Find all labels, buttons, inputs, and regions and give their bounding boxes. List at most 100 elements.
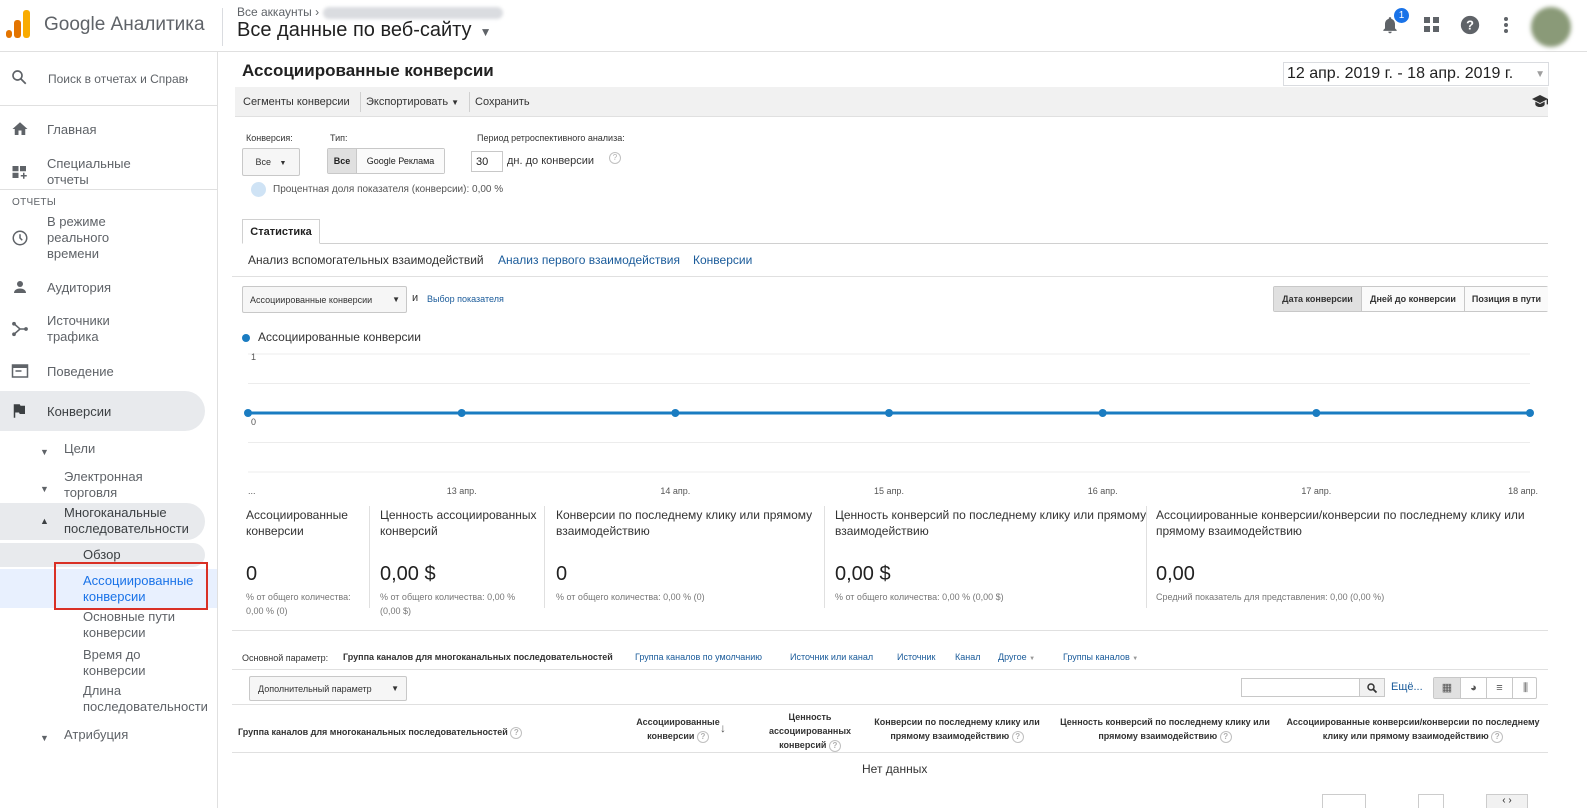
graduation-cap-icon[interactable] bbox=[1532, 95, 1548, 110]
pager-arrows[interactable]: ‹ › bbox=[1486, 794, 1528, 808]
caret-down-icon: ▼ bbox=[1535, 69, 1545, 80]
help-icon[interactable]: ? bbox=[1011, 730, 1024, 743]
conversion-segments-button[interactable]: Сегменты конверсии bbox=[243, 96, 350, 108]
sidebar-item-mcf-time-lag[interactable]: Время до конверсии bbox=[0, 647, 217, 681]
page-input[interactable] bbox=[1418, 794, 1444, 808]
lookback-input[interactable]: 30 bbox=[471, 151, 503, 172]
scorecard-last-click[interactable]: Конверсии по последнему клику или прямом… bbox=[550, 507, 820, 625]
view-selector[interactable]: Все данные по веб-сайту ▼ bbox=[237, 19, 491, 42]
bar-view-icon[interactable]: ≡ bbox=[1486, 678, 1512, 698]
avatar[interactable] bbox=[1531, 7, 1571, 47]
sidebar-search[interactable]: Поиск в отчетах и Справке bbox=[0, 52, 217, 106]
table-search-button[interactable] bbox=[1359, 678, 1385, 697]
sidebar-item-conversions[interactable]: Конверсии bbox=[0, 391, 205, 431]
percent-text: Процентная доля показателя (конверсии): … bbox=[273, 184, 504, 195]
primary-dim-medium[interactable]: Канал bbox=[955, 652, 980, 662]
sidebar-search-input[interactable]: Поиск в отчетах и Справке bbox=[48, 72, 188, 86]
scorecard-assisted-value[interactable]: Ценность ассоциированных конверсий 0,00 … bbox=[374, 507, 542, 625]
column-header-last-click[interactable]: Конверсии по последнему клику или прямом… bbox=[862, 715, 1052, 743]
x-mode-conversion-date[interactable]: Дата конверсии bbox=[1274, 287, 1361, 311]
conversion-select[interactable]: Все ▼ bbox=[242, 148, 300, 176]
primary-dim-channel-groups-dropdown[interactable]: Группы каналов ▼ bbox=[1063, 652, 1138, 662]
x-tick-label: 14 апр. bbox=[660, 486, 690, 496]
sidebar-item-acquisition[interactable]: Источники трафика bbox=[0, 313, 217, 347]
subtab-assisted-analysis[interactable]: Анализ вспомогательных взаимодействий bbox=[248, 253, 484, 267]
table-view-icon[interactable]: ▦ bbox=[1434, 678, 1460, 698]
metric-select[interactable]: Ассоциированные конверсии ▼ bbox=[242, 286, 407, 313]
page-title: Ассоциированные конверсии bbox=[242, 61, 494, 80]
sidebar-item-goals[interactable]: ▼ Цели bbox=[0, 441, 217, 459]
product-name[interactable]: Google Аналитика bbox=[44, 14, 205, 36]
sidebar-item-home[interactable]: Главная bbox=[0, 120, 217, 140]
sidebar-item-audience[interactable]: Аудитория bbox=[0, 278, 217, 300]
sidebar-item-mcf-path-length[interactable]: Длина последовательности bbox=[0, 683, 217, 717]
column-header-assisted[interactable]: Ассоциированные конверсии ? bbox=[630, 715, 726, 743]
help-icon[interactable]: ? bbox=[609, 152, 621, 164]
secondary-dimension-select[interactable]: Дополнительный параметр ▼ bbox=[249, 676, 407, 701]
x-mode-path-position[interactable]: Позиция в пути bbox=[1464, 287, 1548, 311]
sidebar-item-attribution[interactable]: ▼ Атрибуция bbox=[0, 727, 217, 745]
column-header-ratio[interactable]: Ассоциированные конверсии/конверсии по п… bbox=[1278, 715, 1548, 743]
help-icon[interactable]: ? bbox=[1219, 730, 1232, 743]
sidebar-item-custom-reports[interactable]: Специальные отчеты bbox=[0, 155, 217, 189]
help-icon[interactable]: ? bbox=[510, 726, 523, 739]
primary-dim-default-channel-group[interactable]: Группа каналов по умолчанию bbox=[635, 652, 762, 662]
more-vert-icon[interactable] bbox=[1493, 12, 1519, 38]
sidebar-item-realtime[interactable]: В режиме реального времени bbox=[0, 214, 217, 264]
breadcrumb-root[interactable]: Все аккаунты bbox=[237, 5, 312, 19]
bell-icon[interactable]: 1 bbox=[1377, 8, 1409, 38]
caret-down-icon: ▼ bbox=[392, 295, 400, 304]
caret-down-icon: ▼ bbox=[40, 484, 49, 494]
sidebar-item-ecommerce[interactable]: ▼ Электронная торговля bbox=[0, 469, 217, 503]
table-search-input[interactable] bbox=[1241, 678, 1360, 697]
analytics-logo-icon[interactable] bbox=[6, 10, 30, 38]
save-button[interactable]: Сохранить bbox=[475, 96, 530, 108]
empty-table-message: Нет данных bbox=[862, 762, 928, 776]
caret-down-icon: ▼ bbox=[391, 684, 399, 693]
pagination-controls[interactable]: ‹ › bbox=[1222, 792, 1548, 808]
type-all-button[interactable]: Все bbox=[328, 149, 356, 173]
conversion-label: Конверсия: bbox=[246, 133, 293, 143]
chevron-right-icon[interactable]: › bbox=[1508, 795, 1511, 806]
help-icon[interactable]: ? bbox=[1491, 730, 1504, 743]
column-header-channel-group[interactable]: Группа каналов для многоканальных послед… bbox=[238, 725, 523, 739]
table-more-link[interactable]: Ещё... bbox=[1391, 681, 1423, 693]
subtab-conversions[interactable]: Конверсии bbox=[693, 253, 752, 267]
help-icon[interactable]: ? bbox=[1457, 12, 1483, 38]
primary-dim-other-dropdown[interactable]: Другое ▼ bbox=[998, 652, 1035, 662]
apps-grid-icon[interactable] bbox=[1419, 12, 1445, 38]
sidebar-item-behavior[interactable]: Поведение bbox=[0, 362, 217, 382]
primary-dim-mcf-channel-group[interactable]: Группа каналов для многоканальных послед… bbox=[343, 652, 613, 662]
choose-metric-link[interactable]: Выбор показателя bbox=[427, 294, 504, 304]
column-header-last-click-value[interactable]: Ценность конверсий по последнему клику и… bbox=[1060, 715, 1270, 743]
type-google-ads-button[interactable]: Google Реклама bbox=[356, 149, 444, 173]
primary-dim-source[interactable]: Источник bbox=[897, 652, 935, 662]
primary-dim-source-medium[interactable]: Источник или канал bbox=[790, 652, 873, 662]
pie-view-icon[interactable]: ◕ bbox=[1460, 678, 1486, 698]
export-button[interactable]: Экспортировать ▼ bbox=[366, 96, 459, 108]
scorecard-last-click-value[interactable]: Ценность конверсий по последнему клику и… bbox=[829, 507, 1146, 625]
sort-arrow-down-icon[interactable]: ↓ bbox=[720, 721, 726, 735]
date-range-picker[interactable]: 12 апр. 2019 г. - 18 апр. 2019 г. ▼ bbox=[1283, 62, 1549, 86]
sidebar-item-mcf-top-paths[interactable]: Основные пути конверсии bbox=[0, 609, 217, 643]
data-point bbox=[457, 409, 466, 417]
column-header-assisted-value[interactable]: Ценность ассоциированных конверсий ? bbox=[763, 710, 857, 752]
scorecard-assisted[interactable]: Ассоциированные конверсии 0 % от общего … bbox=[240, 507, 366, 625]
secondary-dimension-label: Дополнительный параметр bbox=[258, 684, 372, 694]
help-icon[interactable]: ? bbox=[828, 739, 841, 752]
data-point bbox=[885, 409, 893, 417]
sidebar-item-mcf[interactable]: ▲ Многоканальные последовательности bbox=[0, 503, 205, 540]
tab-statistics[interactable]: Статистика bbox=[242, 219, 320, 244]
breadcrumb[interactable]: Все аккаунты › bbox=[237, 5, 504, 19]
chevron-left-icon[interactable]: ‹ bbox=[1502, 795, 1505, 806]
scorecard-ratio[interactable]: Ассоциированные конверсии/конверсии по п… bbox=[1150, 507, 1540, 625]
primary-dim-other-label: Другое bbox=[998, 652, 1027, 662]
primary-dimension-divider bbox=[232, 669, 1548, 670]
report-area: Ассоциированные конверсии 12 апр. 2019 г… bbox=[232, 52, 1587, 808]
x-mode-days-to-conversion[interactable]: Дней до конверсии bbox=[1361, 287, 1464, 311]
person-icon bbox=[10, 278, 30, 300]
comparison-view-icon[interactable]: ⫼ bbox=[1512, 678, 1538, 698]
rows-per-page-select[interactable] bbox=[1322, 794, 1366, 808]
help-icon[interactable]: ? bbox=[696, 730, 709, 743]
subtab-first-interaction[interactable]: Анализ первого взаимодействия bbox=[498, 253, 680, 267]
